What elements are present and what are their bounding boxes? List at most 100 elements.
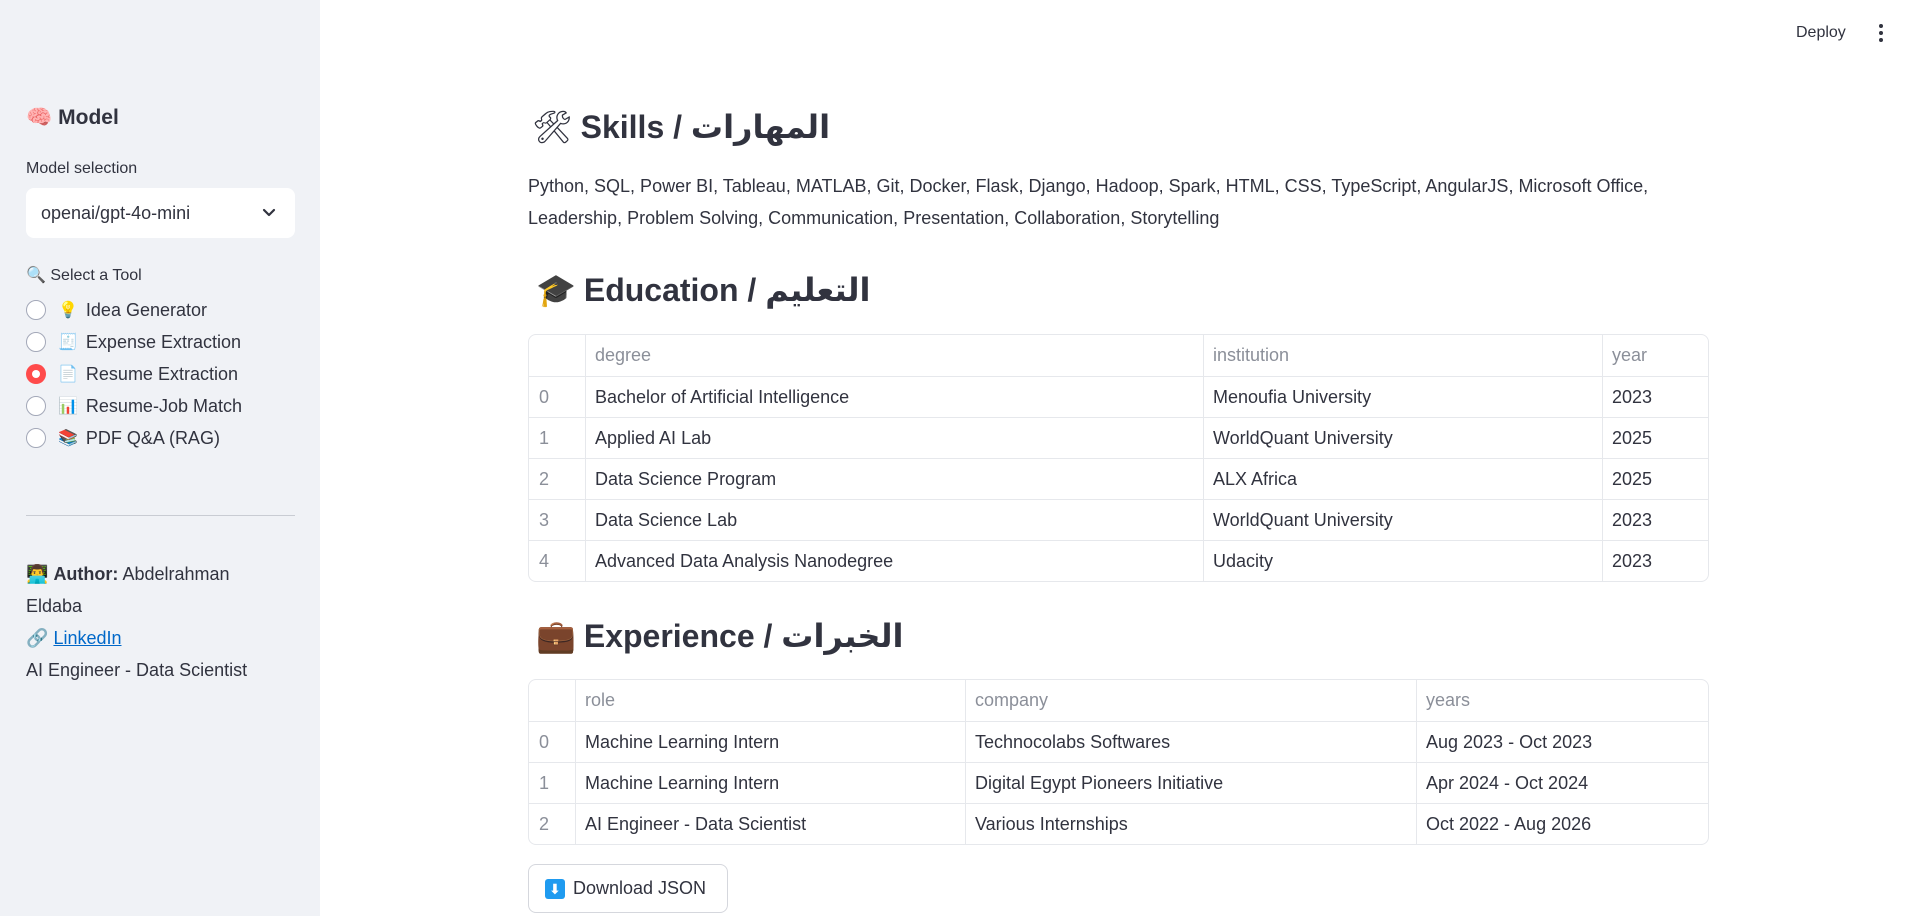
radio-label: Idea Generator [85,299,207,320]
sidebar-divider [26,515,295,516]
table-cell[interactable]: 2023 [1602,500,1708,540]
skills-text: Python, SQL, Power BI, Tableau, MATLAB, … [528,176,1649,228]
radio-pdf-qa[interactable]: 📚 PDF Q&A (RAG) [26,422,242,454]
radio-label: Expense Extraction [85,331,242,352]
table-cell[interactable]: Menoufia University [1203,377,1602,417]
document-icon: 📄 [58,366,78,383]
radio-expense-extraction[interactable]: 🧾 Expense Extraction [26,326,242,358]
technologist-icon: 👨‍💻 [26,564,49,584]
table-cell[interactable]: ALX Africa [1203,459,1602,499]
row-index: 0 [539,731,550,752]
table-cell[interactable]: Machine Learning Intern [575,722,965,762]
table-row[interactable]: 4 Advanced Data Analysis Nanodegree Udac… [529,540,1708,581]
table-cell[interactable]: Aug 2023 - Oct 2023 [1416,722,1708,762]
row-index: 4 [539,550,550,571]
column-header[interactable]: year [1602,335,1708,376]
table-row[interactable]: 2 AI Engineer - Data Scientist Various I… [529,803,1708,844]
table-cell[interactable]: WorldQuant University [1203,500,1602,540]
table-cell[interactable]: Bachelor of Artificial Intelligence [585,377,1203,417]
index-header [529,335,585,376]
table-cell[interactable]: Udacity [1203,541,1602,581]
tools-icon: 🛠 [532,109,573,145]
table-cell[interactable]: Digital Egypt Pioneers Initiative [965,763,1416,803]
deploy-button[interactable]: Deploy [1796,24,1846,42]
table-header-row: degree institution year [529,335,1708,376]
radio-label: Resume Extraction [85,363,238,384]
table-header-row: role company years [529,680,1708,721]
column-header[interactable]: institution [1203,335,1602,376]
model-select-value: openai/gpt-4o-mini [41,202,191,223]
column-header[interactable]: degree [585,335,1203,376]
skills-heading-text: Skills / المهارات [580,109,831,145]
table-cell[interactable]: Oct 2022 - Aug 2026 [1416,804,1708,844]
table-cell[interactable]: 2023 [1602,377,1708,417]
brain-icon: 🧠 [26,106,53,129]
row-index: 2 [539,468,550,489]
index-header [529,680,575,721]
experience-heading: 💼 Experience / الخبرات [536,617,903,655]
table-row[interactable]: 0 Machine Learning Intern Technocolabs S… [529,721,1708,762]
table-cell[interactable]: Data Science Lab [585,500,1203,540]
table-cell[interactable]: 2025 [1602,418,1708,458]
education-table[interactable]: degree institution year 0 Bachelor of Ar… [528,334,1709,582]
experience-table[interactable]: role company years 0 Machine Learning In… [528,679,1709,845]
table-cell[interactable]: Technocolabs Softwares [965,722,1416,762]
radio-idea-generator[interactable]: 💡 Idea Generator [26,294,242,326]
table-cell[interactable]: Machine Learning Intern [575,763,965,803]
row-index: 1 [539,772,550,793]
model-selection-label: Model selection [26,160,138,177]
row-index: 0 [539,386,550,407]
radio-label: PDF Q&A (RAG) [85,427,220,448]
bar-chart-icon: 📊 [58,398,78,415]
table-cell[interactable]: Apr 2024 - Oct 2024 [1416,763,1708,803]
radio-button-selected[interactable] [26,364,46,384]
lightbulb-icon: 💡 [58,302,78,319]
table-cell[interactable]: 2025 [1602,459,1708,499]
graduation-cap-icon: 🎓 [536,272,576,308]
author-label: Author: [53,564,119,584]
link-icon: 🔗 [26,628,49,648]
row-index: 1 [539,427,550,448]
select-tool-label: 🔍 Select a Tool [26,267,142,284]
table-cell[interactable]: AI Engineer - Data Scientist [575,804,965,844]
author-block: 👨‍💻 Author: Abdelrahman Eldaba 🔗 LinkedI… [26,558,266,686]
sidebar: 🧠 Model Model selection openai/gpt-4o-min… [0,0,320,916]
books-icon: 📚 [58,430,78,447]
row-index: 3 [539,509,550,530]
table-cell[interactable]: Advanced Data Analysis Nanodegree [585,541,1203,581]
receipt-icon: 🧾 [58,334,78,351]
radio-button[interactable] [26,428,46,448]
author-title: AI Engineer - Data Scientist [26,660,248,680]
linkedin-link[interactable]: LinkedIn [53,628,121,648]
radio-button[interactable] [26,332,46,352]
column-header[interactable]: role [575,680,965,721]
table-row[interactable]: 3 Data Science Lab WorldQuant University… [529,499,1708,540]
table-row[interactable]: 2 Data Science Program ALX Africa 2025 [529,458,1708,499]
table-cell[interactable]: 2023 [1602,541,1708,581]
model-select[interactable]: openai/gpt-4o-mini [26,188,295,238]
column-header[interactable]: years [1416,680,1708,721]
education-heading-text: Education / التعليم [583,272,871,308]
radio-resume-job-match[interactable]: 📊 Resume-Job Match [26,390,242,422]
table-row[interactable]: 1 Machine Learning Intern Digital Egypt … [529,762,1708,803]
column-header[interactable]: company [965,680,1416,721]
radio-button[interactable] [26,300,46,320]
radio-resume-extraction[interactable]: 📄 Resume Extraction [26,358,242,390]
table-row[interactable]: 0 Bachelor of Artificial Intelligence Me… [529,376,1708,417]
table-row[interactable]: 1 Applied AI Lab WorldQuant University 2… [529,417,1708,458]
download-json-button[interactable]: ⬇ Download JSON [528,864,728,913]
education-heading: 🎓 Education / التعليم [536,271,871,309]
chevron-down-icon [262,208,276,217]
row-index: 2 [539,813,550,834]
briefcase-icon: 💼 [536,618,576,654]
skills-heading: 🛠 Skills / المهارات [532,108,830,146]
experience-heading-text: Experience / الخبرات [583,618,904,654]
table-cell[interactable]: Data Science Program [585,459,1203,499]
table-cell[interactable]: Various Internships [965,804,1416,844]
tool-radio-group: 💡 Idea Generator 🧾 Expense Extraction 📄 … [26,294,242,454]
radio-label: Resume-Job Match [85,395,242,416]
table-cell[interactable]: Applied AI Lab [585,418,1203,458]
main-menu-icon[interactable] [1876,24,1886,44]
table-cell[interactable]: WorldQuant University [1203,418,1602,458]
radio-button[interactable] [26,396,46,416]
